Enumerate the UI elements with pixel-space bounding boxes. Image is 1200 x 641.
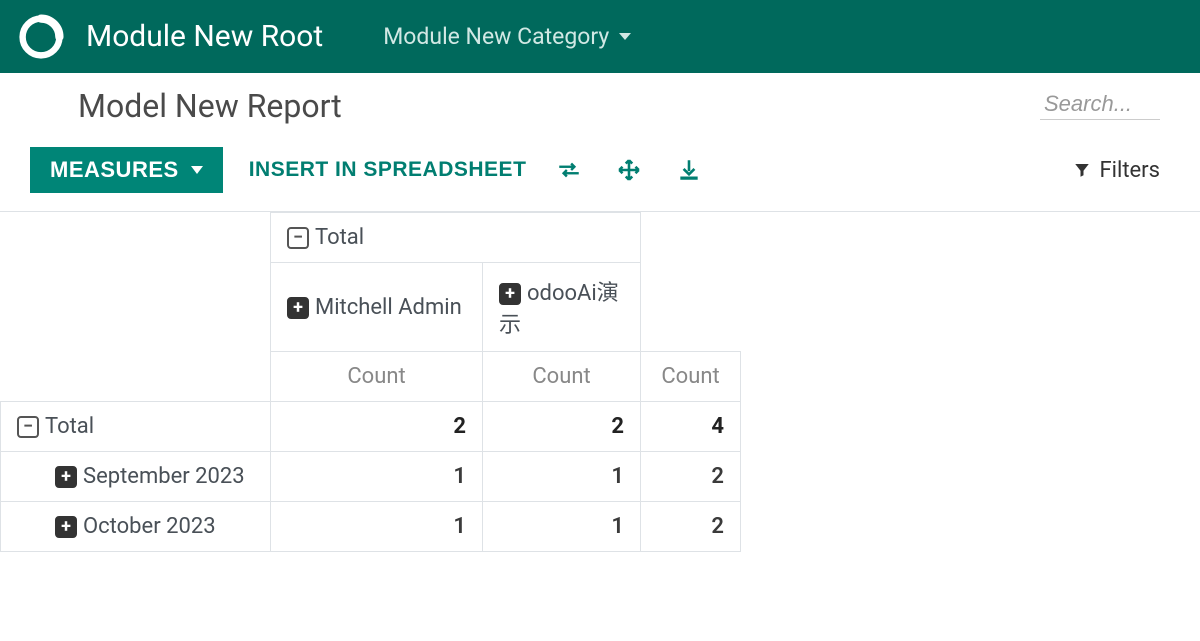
col-header-total[interactable]: −Total [271, 213, 641, 263]
table-row: + September 2023 1 1 2 [1, 452, 741, 502]
row-header-month[interactable]: + October 2023 [1, 502, 271, 552]
nav-menu-label: Module New Category [383, 23, 609, 50]
plus-icon[interactable]: + [499, 283, 521, 305]
cell-value[interactable]: 4 [641, 402, 741, 452]
measures-label: MEASURES [50, 157, 179, 183]
toolbar: MEASURES INSERT IN SPREADSHEET Filters [0, 125, 1200, 212]
filters-button[interactable]: Filters [1073, 158, 1160, 183]
app-logo-icon[interactable] [18, 14, 64, 60]
insert-spreadsheet-button[interactable]: INSERT IN SPREADSHEET [249, 158, 527, 182]
pivot-blank [641, 263, 741, 352]
plus-icon[interactable]: + [287, 297, 309, 319]
pivot-table: −Total +Mitchell Admin +odooAi演示 Count C… [0, 212, 741, 552]
top-navbar: Module New Root Module New Category [0, 0, 1200, 73]
col-header-group-0[interactable]: + Mitchell Admin [271, 263, 483, 352]
cell-value[interactable]: 2 [271, 402, 483, 452]
table-row: + October 2023 1 1 2 [1, 502, 741, 552]
pivot-body: −Total 2 2 4 + September 2023 1 1 2 + Octo… [1, 402, 741, 552]
col-header-group-1[interactable]: +odooAi演示 [483, 263, 641, 352]
caret-down-icon [191, 166, 203, 174]
cell-value[interactable]: 2 [641, 452, 741, 502]
row-label: September 2023 [83, 464, 245, 489]
cell-value[interactable]: 2 [483, 402, 641, 452]
count-header-1: Count [483, 352, 641, 402]
cell-value[interactable]: 2 [641, 502, 741, 552]
pivot-blank [641, 213, 741, 263]
flip-axis-icon[interactable] [556, 157, 582, 183]
minus-icon[interactable]: − [17, 416, 39, 438]
row-header-total[interactable]: −Total [1, 402, 271, 452]
pivot-corner-blank [1, 213, 271, 263]
table-row: −Total 2 2 4 [1, 402, 741, 452]
plus-icon[interactable]: + [55, 466, 77, 488]
count-header-0: Count [271, 352, 483, 402]
cell-value[interactable]: 1 [483, 502, 641, 552]
pivot-table-wrap: −Total +Mitchell Admin +odooAi演示 Count C… [0, 212, 1200, 552]
caret-down-icon [619, 33, 631, 40]
filter-icon [1073, 161, 1091, 179]
pivot-blank [1, 352, 271, 402]
count-header-total: Count [641, 352, 741, 402]
cell-value[interactable]: 1 [271, 452, 483, 502]
row-header-month[interactable]: + September 2023 [1, 452, 271, 502]
app-title: Module New Root [86, 19, 323, 54]
cell-value[interactable]: 1 [271, 502, 483, 552]
search-input[interactable] [1040, 89, 1160, 120]
pivot-blank [1, 263, 271, 352]
measures-button[interactable]: MEASURES [30, 147, 223, 193]
col-header-group-0-label: Mitchell Admin [315, 295, 462, 320]
expand-all-icon[interactable] [616, 157, 642, 183]
nav-menu-category[interactable]: Module New Category [383, 23, 631, 50]
toolbar-icon-group [556, 157, 702, 183]
row-label: Total [45, 414, 94, 439]
page-title: Model New Report [78, 87, 342, 125]
plus-icon[interactable]: + [55, 516, 77, 538]
minus-icon[interactable]: − [287, 227, 309, 249]
col-header-total-label: Total [315, 225, 364, 250]
header-row: Model New Report [0, 73, 1200, 125]
download-icon[interactable] [676, 157, 702, 183]
search-wrap [1040, 87, 1160, 120]
cell-value[interactable]: 1 [483, 452, 641, 502]
filters-label: Filters [1099, 158, 1160, 183]
row-label: October 2023 [83, 514, 216, 539]
